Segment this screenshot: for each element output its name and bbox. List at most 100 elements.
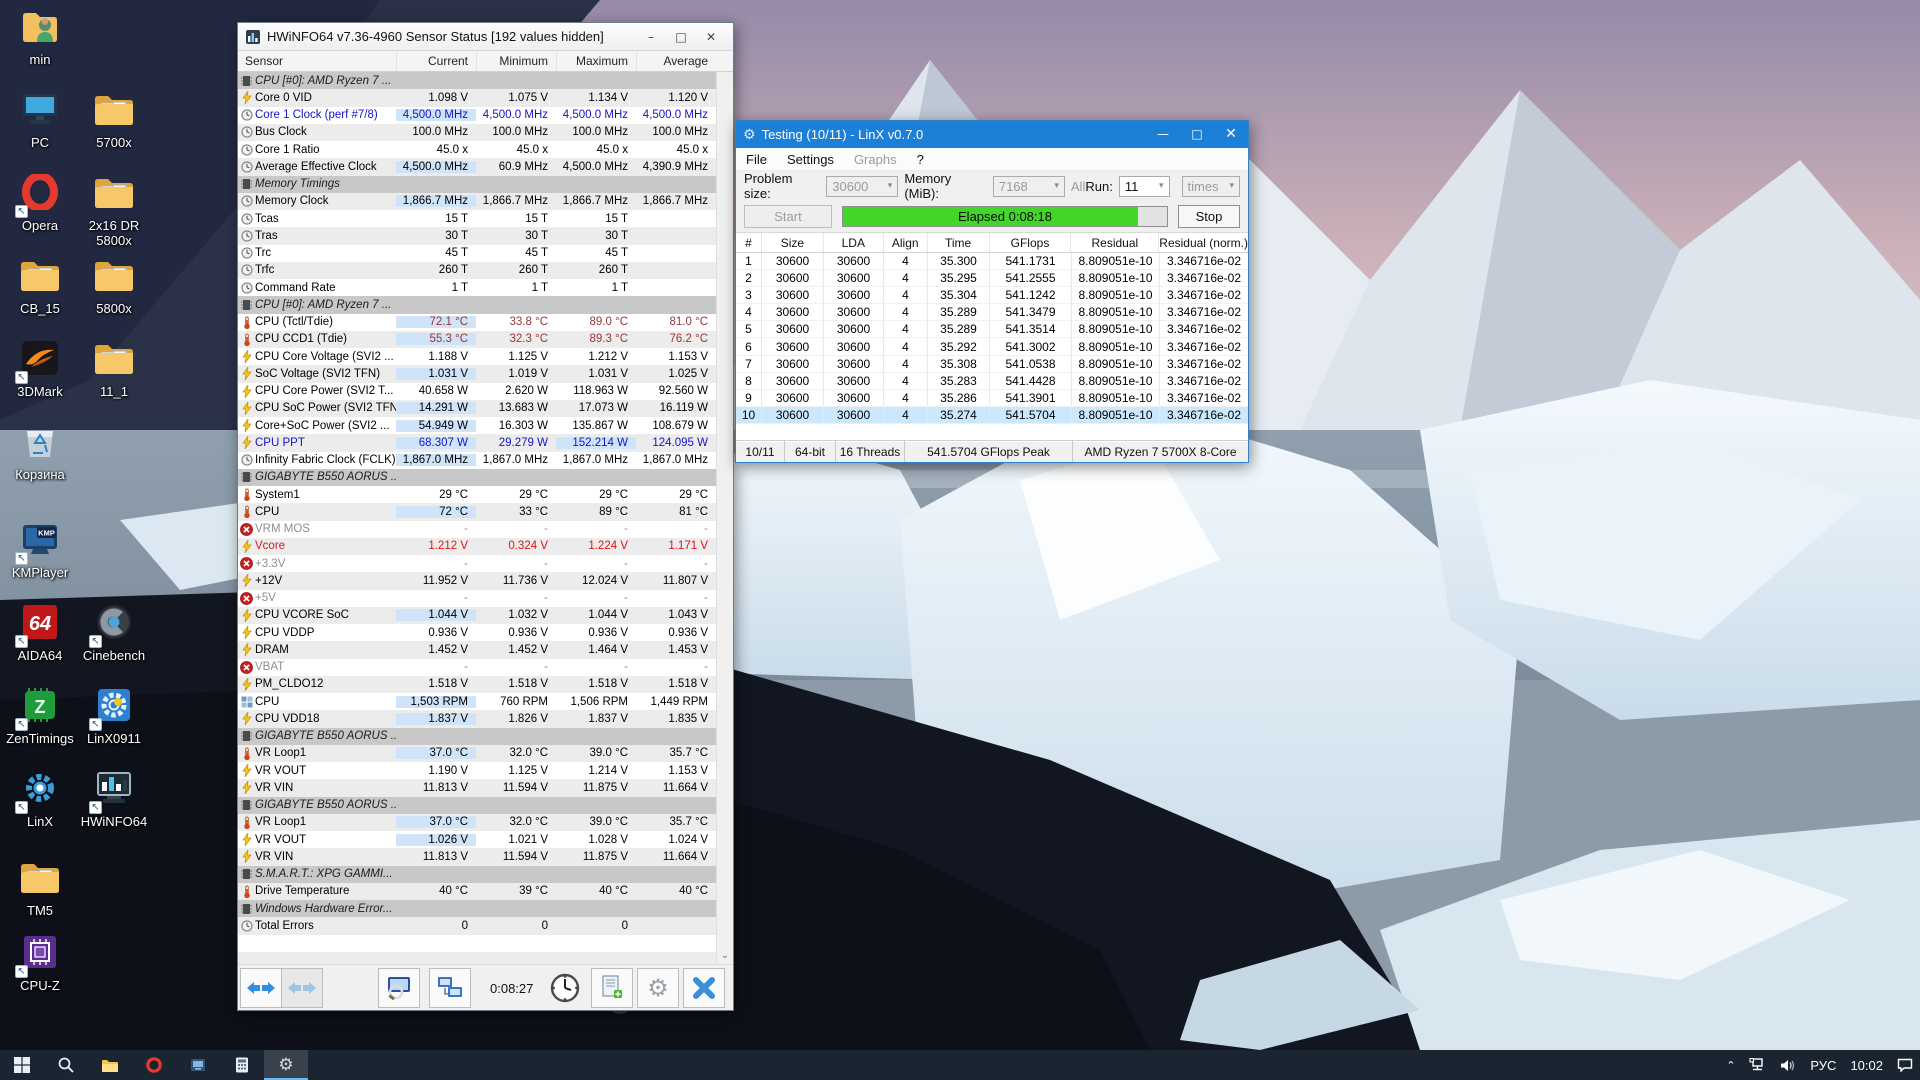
sensor-row[interactable]: CPU Core Power (SVI2 T... 40.658 W 2.620 W… [238,382,716,400]
linx-result-row[interactable]: 4 30600 30600 4 35.289 541.3479 8.809051e-10 3.… [736,304,1248,322]
sensor-section-row[interactable]: CPU [#0]: AMD Ryzen 7 ... [238,296,716,314]
menu-settings[interactable]: Settings [777,152,844,167]
app-window-button[interactable] [176,1050,220,1080]
column-maximum[interactable]: Maximum [556,51,636,71]
column-sensor[interactable]: Sensor [238,51,396,71]
sensor-row[interactable]: CPU 72 °C 33 °C 89 °C 81 °C [238,503,716,521]
sensor-row[interactable]: Infinity Fabric Clock (FCLK) 1,867.0 MHz 1… [238,451,716,469]
column-minimum[interactable]: Minimum [476,51,556,71]
volume-tray-icon[interactable] [1773,1050,1803,1080]
sensor-row[interactable]: Trfc 260 T 260 T 260 T [238,261,716,279]
sensor-row[interactable]: +12V 11.952 V 11.736 V 12.024 V 11.807 V [238,572,716,590]
clock-button[interactable] [544,968,586,1008]
sensor-row[interactable]: VRM MOS - - - - [238,520,716,538]
sensor-row[interactable]: Command Rate 1 T 1 T 1 T [238,279,716,297]
desktop-icon-5800x[interactable]: 5800x [76,257,152,316]
column-average[interactable]: Average [636,51,716,71]
sensor-row[interactable]: CPU CCD1 (Tdie) 55.3 °C 32.3 °C 89.3 °C 76.2… [238,330,716,348]
sensor-row[interactable]: +3.3V - - - - [238,555,716,573]
desktop-icon-cb15[interactable]: CB_15 [2,257,78,316]
hwinfo-titlebar[interactable]: HWiNFO64 v7.36-4960 Sensor Status [192 v… [238,23,733,51]
sensor-row[interactable]: Core+SoC Power (SVI2 ... 54.949 W 16.303 W… [238,417,716,435]
sensor-row[interactable]: CPU VCORE SoC 1.044 V 1.032 V 1.044 V 1.043 … [238,606,716,624]
menu-help[interactable]: ? [907,152,934,167]
sensor-section-row[interactable]: GIGABYTE B550 AORUS ... [238,727,716,745]
sensor-section-row[interactable]: S.M.A.R.T.: XPG GAMMI... [238,865,716,883]
exit-button[interactable] [683,968,725,1008]
back-forward-button[interactable] [240,968,282,1008]
language-indicator[interactable]: РУС [1803,1050,1843,1080]
hwinfo-taskbar-button[interactable]: ⚙ [264,1050,308,1080]
sensor-row[interactable]: VR VIN 11.813 V 11.594 V 11.875 V 11.664 V [238,779,716,797]
sensor-row[interactable]: CPU VDDP 0.936 V 0.936 V 0.936 V 0.936 V [238,624,716,642]
sensor-row[interactable]: Bus Clock 100.0 MHz 100.0 MHz 100.0 MHz 100.… [238,123,716,141]
sensor-row[interactable]: VBAT - - - - [238,658,716,676]
sensor-row[interactable]: +5V - - - - [238,589,716,607]
sensor-row[interactable]: Core 1 Clock (perf #7/8) 4,500.0 MHz 4,500… [238,106,716,124]
sensor-row[interactable]: SoC Voltage (SVI2 TFN) 1.031 V 1.019 V 1.03… [238,365,716,383]
maximize-button[interactable]: □ [1180,121,1214,148]
desktop-icon-pc[interactable]: PC [2,91,78,150]
file-explorer-button[interactable] [88,1050,132,1080]
action-center-icon[interactable] [1890,1050,1920,1080]
menu-file[interactable]: File [736,152,777,167]
settings-button[interactable]: ⚙ [637,968,679,1008]
clock-indicator[interactable]: 10:02 [1843,1050,1890,1080]
desktop-icon-min[interactable]: min [2,8,78,67]
sensor-row[interactable]: Tcas 15 T 15 T 15 T [238,210,716,228]
linx-titlebar[interactable]: ⚙ Testing (10/11) - LinX v0.7.0 — □ ✕ [736,121,1248,148]
sensor-row[interactable]: VR Loop1 37.0 °C 32.0 °C 39.0 °C 35.7 °C [238,813,716,831]
sensor-row[interactable]: CPU VDD18 1.837 V 1.826 V 1.837 V 1.835 V [238,710,716,728]
sensor-section-row[interactable]: GIGABYTE B550 AORUS ... [238,468,716,486]
sensor-row[interactable]: Total Errors 0 0 0 [238,917,716,935]
linx-result-row[interactable]: 9 30600 30600 4 35.286 541.3901 8.809051e-10 3.… [736,389,1248,407]
minimize-button[interactable]: – [636,30,666,44]
sensor-row[interactable]: CPU Core Voltage (SVI2 ... 1.188 V 1.125 V… [238,348,716,366]
close-button[interactable]: ✕ [696,30,726,44]
sensor-row[interactable]: Vcore 1.212 V 0.324 V 1.224 V 1.171 V [238,537,716,555]
desktop-icon-hwinfo64[interactable]: ↖ HWiNFO64 [76,770,152,829]
minimize-button[interactable]: — [1146,121,1180,148]
sensor-row[interactable]: VR VOUT 1.190 V 1.125 V 1.214 V 1.153 V [238,762,716,780]
network-tray-icon[interactable] [1742,1050,1773,1080]
sensor-row[interactable]: CPU 1,503 RPM 760 RPM 1,506 RPM 1,449 RPM [238,693,716,711]
tray-overflow-chevron[interactable]: ⌃ [1719,1050,1742,1080]
linx-result-row[interactable]: 1 30600 30600 4 35.300 541.1731 8.809051e-10 3.… [736,253,1248,271]
desktop-icon-3dmark[interactable]: ↖ 3DMark [2,340,78,399]
linx-result-row[interactable]: 3 30600 30600 4 35.304 541.1242 8.809051e-10 3.… [736,287,1248,305]
column-current[interactable]: Current [396,51,476,71]
sensor-row[interactable]: System1 29 °C 29 °C 29 °C 29 °C [238,486,716,504]
linx-result-row[interactable]: 7 30600 30600 4 35.308 541.0538 8.809051e-10 3.… [736,355,1248,373]
screen-monitor-button[interactable] [378,968,420,1008]
sensor-section-row[interactable]: GIGABYTE B550 AORUS ... [238,796,716,814]
sensor-row[interactable]: VR Loop1 37.0 °C 32.0 °C 39.0 °C 35.7 °C [238,744,716,762]
desktop-icon-2x16-dr-5800x[interactable]: 2x16 DR 5800x [76,174,152,248]
scroll-down-icon[interactable]: ⌄ [717,947,733,964]
desktop-icon-recycle-bin[interactable]: Корзина [2,423,78,482]
sensor-row[interactable]: PM_CLDO12 1.518 V 1.518 V 1.518 V 1.518 V [238,675,716,693]
desktop-icon-aida64[interactable]: 64 ↖ AIDA64 [2,604,78,663]
problem-size-select[interactable]: 30600 ▾ [826,175,899,197]
sensor-section-row[interactable]: Windows Hardware Error... [238,900,716,918]
sensor-row[interactable]: VR VOUT 1.026 V 1.021 V 1.028 V 1.024 V [238,831,716,849]
desktop-icon-zentimings[interactable]: Z ↖ ZenTimings [2,687,78,746]
sensor-row[interactable]: Core 0 VID 1.098 V 1.075 V 1.134 V 1.120 V [238,89,716,107]
opera-button[interactable] [132,1050,176,1080]
desktop-icon-5700x[interactable]: 5700x [76,91,152,150]
desktop-icon-cinebench[interactable]: ↖ Cinebench [76,604,152,663]
linx-result-row[interactable]: 2 30600 30600 4 35.295 541.2555 8.809051e-10 3.… [736,270,1248,288]
sensor-row[interactable]: CPU SoC Power (SVI2 TFN) 14.291 W 13.683 W… [238,399,716,417]
desktop-icon-kmplayer[interactable]: KMP ↖ KMPlayer [2,521,78,580]
desktop-icon-tm5[interactable]: TM5 [2,859,78,918]
sensor-section-row[interactable]: CPU [#0]: AMD Ryzen 7 ... [238,72,716,90]
desktop-icon-cpuz[interactable]: ↖ CPU-Z [2,934,78,993]
search-button[interactable] [44,1050,88,1080]
calculator-button[interactable] [220,1050,264,1080]
run-count-select[interactable]: 11 ▾ [1118,175,1170,197]
sensor-row[interactable]: DRAM 1.452 V 1.452 V 1.464 V 1.453 V [238,641,716,659]
sensor-row[interactable]: Core 1 Ratio 45.0 x 45.0 x 45.0 x 45.0 x [238,141,716,159]
sensor-row[interactable]: Trc 45 T 45 T 45 T [238,244,716,262]
desktop-icon-opera[interactable]: ↖ Opera [2,172,78,233]
sensor-row[interactable]: CPU PPT 68.307 W 29.279 W 152.214 W 124.095 … [238,434,716,452]
start-button[interactable] [0,1050,44,1080]
